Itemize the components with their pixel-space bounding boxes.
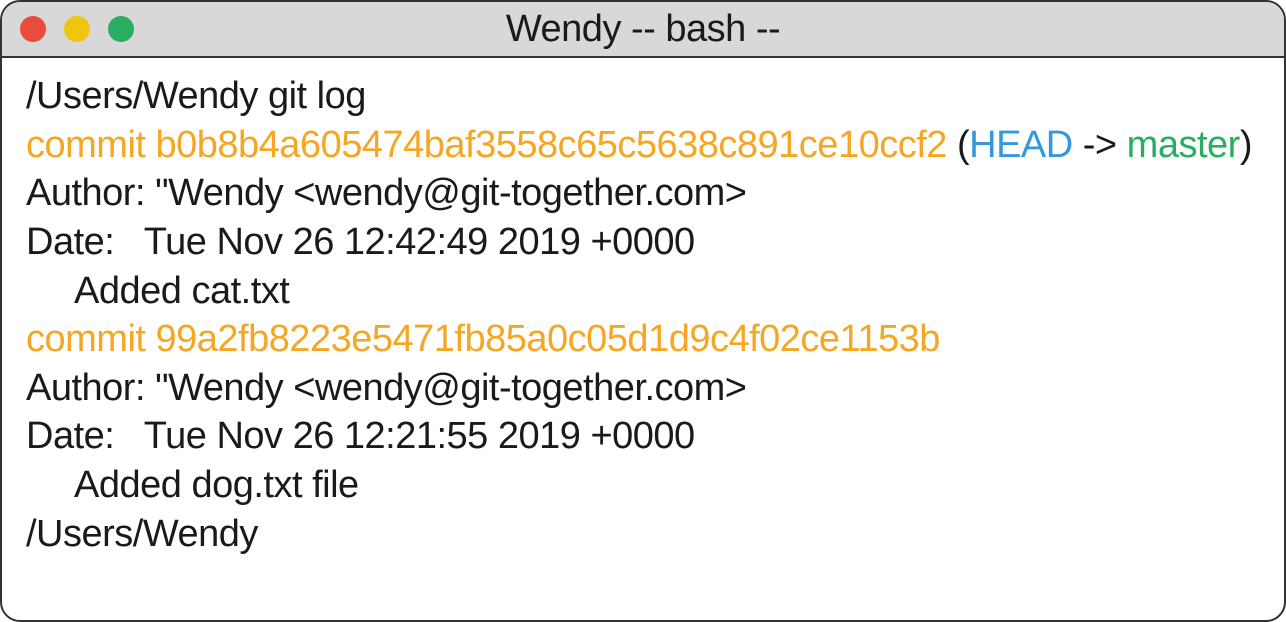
traffic-lights bbox=[20, 16, 134, 42]
prompt-line-2: /Users/Wendy bbox=[26, 510, 1260, 559]
date-line-2: Date: Tue Nov 26 12:21:55 2019 +0000 bbox=[26, 412, 1260, 461]
commit-message-1: Added cat.txt bbox=[26, 267, 1260, 316]
commit-message-2: Added dog.txt file bbox=[26, 461, 1260, 510]
commit-prefix: commit bbox=[26, 124, 156, 166]
commit-line-2: commit 99a2fb8223e5471fb85a0c05d1d9c4f02… bbox=[26, 315, 1260, 364]
ref-close: ) bbox=[1240, 124, 1252, 166]
ref-open: ( bbox=[947, 124, 969, 166]
terminal-window: Wendy -- bash -- /Users/Wendy git log co… bbox=[0, 0, 1286, 622]
commit-line-1: commit b0b8b4a605474baf3558c65c5638c891c… bbox=[26, 121, 1260, 170]
title-bar: Wendy -- bash -- bbox=[2, 2, 1284, 58]
terminal-content[interactable]: /Users/Wendy git log commit b0b8b4a60547… bbox=[2, 58, 1284, 572]
minimize-button[interactable] bbox=[64, 16, 90, 42]
head-ref: HEAD bbox=[969, 124, 1073, 166]
commit-hash: b0b8b4a605474baf3558c65c5638c891ce10ccf2 bbox=[156, 124, 947, 166]
close-button[interactable] bbox=[20, 16, 46, 42]
maximize-button[interactable] bbox=[108, 16, 134, 42]
prompt-line: /Users/Wendy git log bbox=[26, 72, 1260, 121]
author-line-2: Author: "Wendy <wendy@git-together.com> bbox=[26, 364, 1260, 413]
date-line-1: Date: Tue Nov 26 12:42:49 2019 +0000 bbox=[26, 218, 1260, 267]
window-title: Wendy -- bash -- bbox=[506, 8, 780, 51]
branch-name: master bbox=[1127, 124, 1240, 166]
ref-arrow: -> bbox=[1073, 124, 1127, 166]
commit-prefix: commit bbox=[26, 318, 156, 360]
author-line-1: Author: "Wendy <wendy@git-together.com> bbox=[26, 169, 1260, 218]
commit-hash: 99a2fb8223e5471fb85a0c05d1d9c4f02ce1153b bbox=[156, 318, 940, 360]
